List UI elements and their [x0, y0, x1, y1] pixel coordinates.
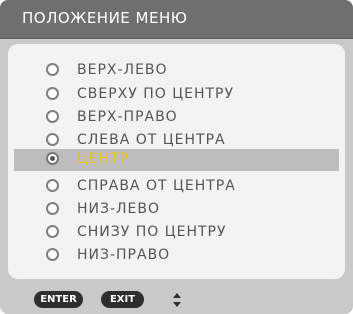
option-bottom-right[interactable]: НИЗ-ПРАВО — [14, 245, 339, 267]
option-bottom-left[interactable]: НИЗ-ЛЕВО — [14, 199, 339, 221]
menu-position-dialog: ПОЛОЖЕНИЕ МЕНЮ ВЕРХ-ЛЕВО СВЕРХУ ПО ЦЕНТР… — [0, 0, 353, 314]
option-top-left[interactable]: ВЕРХ-ЛЕВО — [14, 60, 339, 82]
up-down-arrows-icon — [173, 293, 181, 307]
exit-key-hint[interactable]: EXIT — [101, 291, 144, 308]
radio-unselected-icon[interactable] — [46, 248, 59, 261]
option-label: НИЗ-ПРАВО — [77, 247, 171, 263]
option-top-center[interactable]: СВЕРХУ ПО ЦЕНТРУ — [14, 84, 339, 106]
radio-dot — [50, 156, 55, 161]
option-bottom-center[interactable]: СНИЗУ ПО ЦЕНТРУ — [14, 222, 339, 244]
option-center[interactable]: ЦЕНТР — [14, 149, 339, 171]
radio-unselected-icon[interactable] — [46, 110, 59, 123]
dialog-title: ПОЛОЖЕНИЕ МЕНЮ — [22, 9, 188, 27]
options-list: ВЕРХ-ЛЕВО СВЕРХУ ПО ЦЕНТРУ ВЕРХ-ПРАВО СЛ… — [8, 44, 345, 279]
enter-key-hint[interactable]: ENTER — [34, 291, 83, 308]
option-label: СВЕРХУ ПО ЦЕНТРУ — [77, 86, 235, 102]
option-label: ВЕРХ-ЛЕВО — [77, 62, 168, 78]
radio-unselected-icon[interactable] — [46, 179, 59, 192]
radio-unselected-icon[interactable] — [46, 87, 59, 100]
option-label: ЦЕНТР — [77, 151, 130, 167]
option-top-right[interactable]: ВЕРХ-ПРАВО — [14, 107, 339, 129]
option-center-right[interactable]: СПРАВА ОТ ЦЕНТРА — [14, 176, 339, 198]
title-bar: ПОЛОЖЕНИЕ МЕНЮ — [0, 0, 353, 39]
radio-unselected-icon[interactable] — [46, 63, 59, 76]
option-label: СНИЗУ ПО ЦЕНТРУ — [77, 224, 227, 240]
footer-hints: ENTER EXIT — [0, 285, 353, 314]
option-label: СЛЕВА ОТ ЦЕНТРА — [77, 132, 226, 148]
radio-unselected-icon[interactable] — [46, 202, 59, 215]
radio-unselected-icon[interactable] — [46, 225, 59, 238]
radio-selected-icon[interactable] — [46, 152, 59, 165]
radio-unselected-icon[interactable] — [46, 133, 59, 146]
option-label: НИЗ-ЛЕВО — [77, 201, 161, 217]
option-label: СПРАВА ОТ ЦЕНТРА — [77, 178, 236, 194]
option-label: ВЕРХ-ПРАВО — [77, 109, 178, 125]
